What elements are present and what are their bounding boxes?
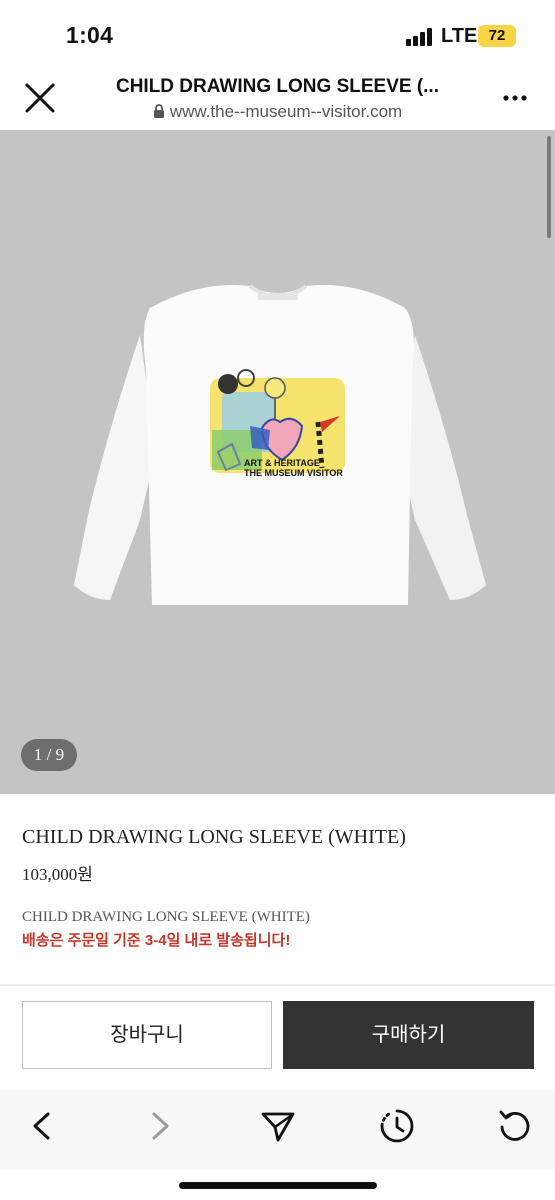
share-icon <box>261 1112 295 1142</box>
share-button[interactable] <box>258 1106 298 1146</box>
browser-toolbar <box>0 1090 555 1170</box>
home-indicator[interactable] <box>179 1182 377 1189</box>
more-button[interactable] <box>500 86 530 110</box>
network-type: LTE <box>441 25 478 47</box>
status-time: 1:04 <box>66 22 114 48</box>
product-photo: ART & HERITAGE THE MUSEUM VISITOR <box>74 284 486 605</box>
more-icon <box>503 95 527 101</box>
buy-now-button[interactable]: 구매하기 <box>283 1001 534 1069</box>
reload-icon <box>499 1110 530 1141</box>
back-icon <box>33 1112 50 1140</box>
page-title: CHILD DRAWING LONG SLEEVE (... <box>115 76 439 97</box>
product-image-gallery[interactable]: ART & HERITAGE THE MUSEUM VISITOR 1 / 9 <box>0 130 555 794</box>
divider <box>0 984 555 986</box>
close-button[interactable] <box>22 80 58 116</box>
shipping-note: 배송은 주문일 기준 3-4일 내로 발송됩니다! <box>22 932 291 949</box>
close-icon <box>25 83 55 113</box>
product-name: CHILD DRAWING LONG SLEEVE (WHITE) <box>22 826 406 848</box>
forward-button[interactable] <box>140 1106 180 1146</box>
history-button[interactable] <box>377 1106 417 1146</box>
scroll-indicator[interactable] <box>547 136 551 238</box>
forward-icon <box>152 1112 169 1140</box>
url-text: www.the--museum--visitor.com <box>169 102 403 121</box>
reload-button[interactable] <box>495 1106 535 1146</box>
battery-icon: 72 <box>478 25 516 47</box>
history-icon <box>380 1109 414 1143</box>
lock-icon <box>153 104 164 118</box>
status-bar: 1:04 LTE 72 <box>0 0 555 64</box>
signal-icon <box>406 28 434 46</box>
product-price: 103,000원 <box>22 865 93 884</box>
image-page-counter: 1 / 9 <box>21 739 77 771</box>
product-description: CHILD DRAWING LONG SLEEVE (WHITE) <box>22 909 310 925</box>
add-to-cart-button[interactable]: 장바구니 <box>22 1001 272 1069</box>
svg-text:THE MUSEUM VISITOR: THE MUSEUM VISITOR <box>244 468 343 478</box>
svg-text:ART & HERITAGE: ART & HERITAGE <box>244 458 320 468</box>
url-bar[interactable]: www.the--museum--visitor.com <box>90 102 465 122</box>
back-button[interactable] <box>22 1106 62 1146</box>
browser-header: CHILD DRAWING LONG SLEEVE (... www.the--… <box>0 64 555 130</box>
